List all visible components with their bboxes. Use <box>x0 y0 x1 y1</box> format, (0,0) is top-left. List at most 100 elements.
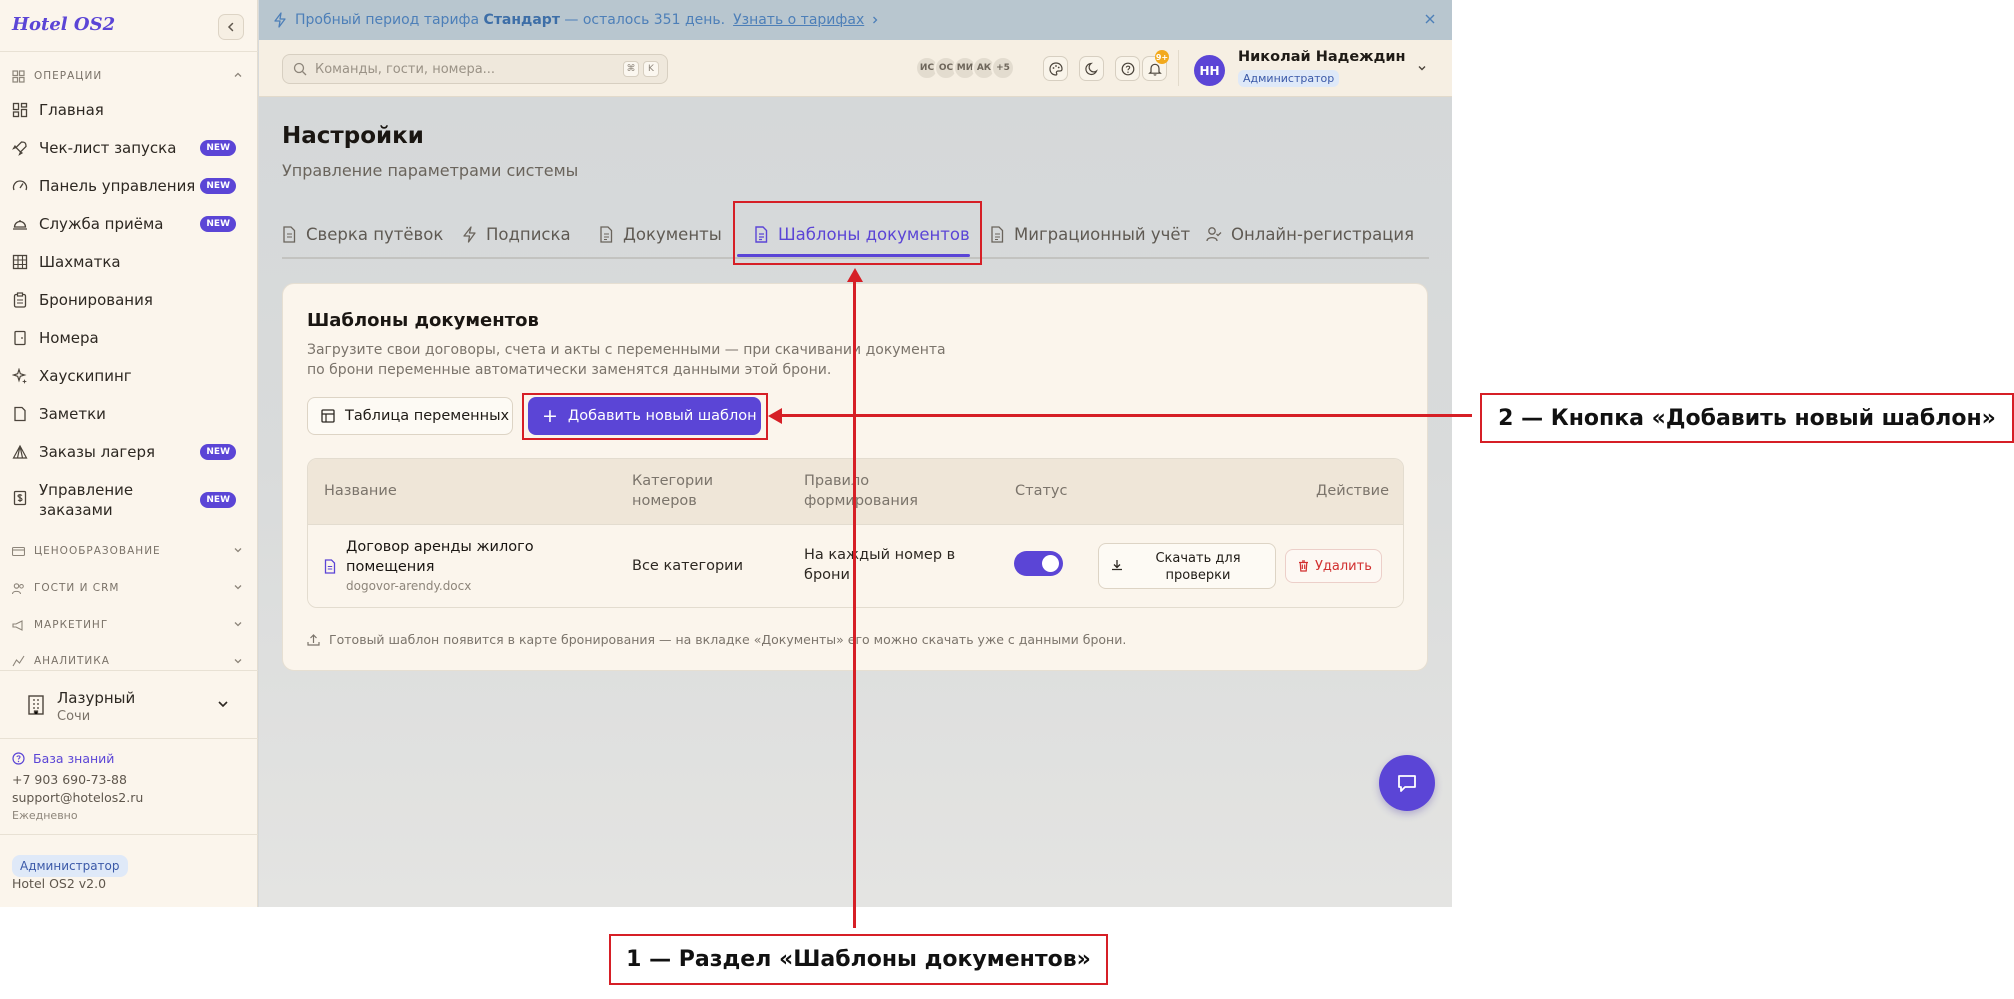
sidebar-item-chess-board[interactable]: Шахматка <box>12 251 244 273</box>
sidebar-item-rooms[interactable]: Номера <box>12 327 244 349</box>
banner-plan: Стандарт <box>483 12 560 28</box>
delete-template-button[interactable]: Удалить <box>1285 549 1382 583</box>
sidebar: Hotel OS2 ОПЕРАЦИИ Главная Чек-лист запу… <box>0 0 258 907</box>
close-icon[interactable] <box>1422 11 1438 27</box>
note-icon <box>12 406 28 422</box>
bolt-icon <box>461 225 477 243</box>
nav-group-label: ГОСТИ И CRM <box>34 582 120 594</box>
sidebar-item-control-panel[interactable]: Панель управления NEW <box>12 175 244 197</box>
sidebar-item-front-desk[interactable]: Служба приёма NEW <box>12 213 244 235</box>
nav-group-pricing[interactable]: ЦЕНООБРАЗОВАНИЕ <box>12 541 244 561</box>
hotel-city: Сочи <box>57 709 91 724</box>
sidebar-item-bookings[interactable]: Бронирования <box>12 289 244 311</box>
chart-icon <box>12 654 26 668</box>
variables-table-button[interactable]: Таблица переменных <box>307 397 513 435</box>
bell-desk-icon <box>12 216 28 232</box>
knowledge-base-label: База знаний <box>33 751 115 766</box>
tab-documents[interactable]: Документы <box>598 221 722 247</box>
nav-group-marketing[interactable]: МАРКЕТИНГ <box>12 615 244 635</box>
collapse-sidebar-button[interactable] <box>218 14 244 40</box>
sidebar-item-home[interactable]: Главная <box>12 99 244 121</box>
topbar-divider <box>1178 50 1179 86</box>
file-icon <box>281 225 297 243</box>
banner-text-after: — осталось 351 день. <box>564 12 726 28</box>
door-icon <box>12 330 28 346</box>
callout-add-template-button: 2 — Кнопка «Добавить новый шаблон» <box>1480 393 2014 443</box>
column-header-line: формирования <box>804 493 918 509</box>
sidebar-item-label: Главная <box>39 101 104 119</box>
sidebar-item-launch-checklist[interactable]: Чек-лист запуска NEW <box>12 137 244 159</box>
search-placeholder: Команды, гости, номера... <box>315 61 496 77</box>
template-status-toggle[interactable] <box>1014 551 1063 576</box>
nav-group-guests-crm[interactable]: ГОСТИ И CRM <box>12 578 244 598</box>
nav-group-operations[interactable]: ОПЕРАЦИИ <box>12 66 244 86</box>
column-header-line: Категории <box>632 473 714 489</box>
new-badge: NEW <box>200 444 236 460</box>
variables-table-label: Таблица переменных <box>345 408 510 424</box>
support-email[interactable]: support@hotelos2.ru <box>12 790 143 805</box>
download-preview-button[interactable]: Скачать для проверки <box>1098 543 1276 589</box>
sidebar-item-label: Бронирования <box>39 291 153 309</box>
user-avatar[interactable]: НН <box>1194 55 1225 86</box>
new-badge: NEW <box>200 140 236 156</box>
table-row: Договор аренды жилого помещения dogovor-… <box>308 525 1403 607</box>
dashboard-icon <box>12 102 28 118</box>
role-badge: Администратор <box>12 855 128 877</box>
card-title: Шаблоны документов <box>307 310 539 331</box>
help-circle-icon <box>1121 62 1134 75</box>
sidebar-item-label: Управление <box>39 481 134 499</box>
tab-label: Документы <box>623 224 722 244</box>
notifications-count-badge: 9+ <box>1155 50 1169 64</box>
chevron-down-icon <box>234 548 242 553</box>
sidebar-item-notes[interactable]: Заметки <box>12 403 244 425</box>
avatar-more[interactable]: +5 <box>991 56 1015 80</box>
template-rule-line: брони <box>804 567 850 583</box>
sidebar-item-label: Шахматка <box>39 253 121 271</box>
highlight-templates-tab <box>733 201 982 265</box>
tab-online-registration[interactable]: Онлайн-регистрация <box>1206 221 1414 247</box>
tab-voucher-reconciliation[interactable]: Сверка путёвок <box>281 221 443 247</box>
app-window: Hotel OS2 ОПЕРАЦИИ Главная Чек-лист запу… <box>0 0 1452 907</box>
help-circle-icon <box>12 752 25 765</box>
trash-icon <box>1298 560 1309 572</box>
tab-subscription[interactable]: Подписка <box>461 221 571 247</box>
arrow-to-templates-tab <box>853 280 856 928</box>
hotel-switcher[interactable]: Лазурный Сочи <box>12 682 244 730</box>
new-badge: NEW <box>200 492 236 508</box>
document-icon <box>324 559 336 574</box>
tab-migration-registration[interactable]: Миграционный учёт <box>989 221 1190 247</box>
arrow-head-up <box>847 268 863 282</box>
nav-group-analytics[interactable]: АНАЛИТИКА <box>12 652 244 669</box>
app-version: Hotel OS2 v2.0 <box>12 876 107 891</box>
chevron-down-icon <box>234 585 242 590</box>
palette-icon <box>1048 61 1063 76</box>
card-description: Загрузите свои договоры, счета и акты с … <box>307 342 946 378</box>
knowledge-base-link[interactable]: База знаний <box>12 751 114 766</box>
dark-mode-button[interactable] <box>1079 56 1104 81</box>
chevron-down-icon[interactable] <box>1416 62 1428 74</box>
column-header-line: номеров <box>632 493 697 509</box>
theme-palette-button[interactable] <box>1043 56 1068 81</box>
sidebar-item-camp-orders[interactable]: Заказы лагеря NEW <box>12 441 244 463</box>
page-subtitle: Управление параметрами системы <box>282 161 579 180</box>
tab-label: Миграционный учёт <box>1014 224 1191 244</box>
template-name-line: помещения <box>346 559 435 575</box>
user-name[interactable]: Николай Надеждин <box>1238 49 1406 65</box>
credit-card-icon <box>12 544 26 558</box>
search-icon <box>293 62 307 76</box>
nav-group-label: АНАЛИТИКА <box>34 654 110 667</box>
template-name[interactable]: Договор аренды жилого помещения <box>346 537 556 577</box>
chat-button[interactable] <box>1379 755 1435 811</box>
chevron-down-icon <box>234 659 242 664</box>
brand-logo[interactable]: Hotel OS2 <box>12 14 115 35</box>
sidebar-item-order-management[interactable]: Управление заказами NEW <box>12 479 244 521</box>
pricing-link[interactable]: Узнать о тарифах <box>733 12 864 28</box>
tab-label: Онлайн-регистрация <box>1231 224 1415 244</box>
gauge-icon <box>12 178 28 194</box>
tab-label: Подписка <box>486 224 571 244</box>
toggle-knob <box>1042 555 1059 572</box>
support-phone[interactable]: +7 903 690-73-88 <box>12 772 127 787</box>
sidebar-item-housekeeping[interactable]: Хаускипинг <box>12 365 244 387</box>
help-button[interactable] <box>1115 56 1140 81</box>
search-input[interactable]: Команды, гости, номера... ⌘ K <box>282 54 668 84</box>
